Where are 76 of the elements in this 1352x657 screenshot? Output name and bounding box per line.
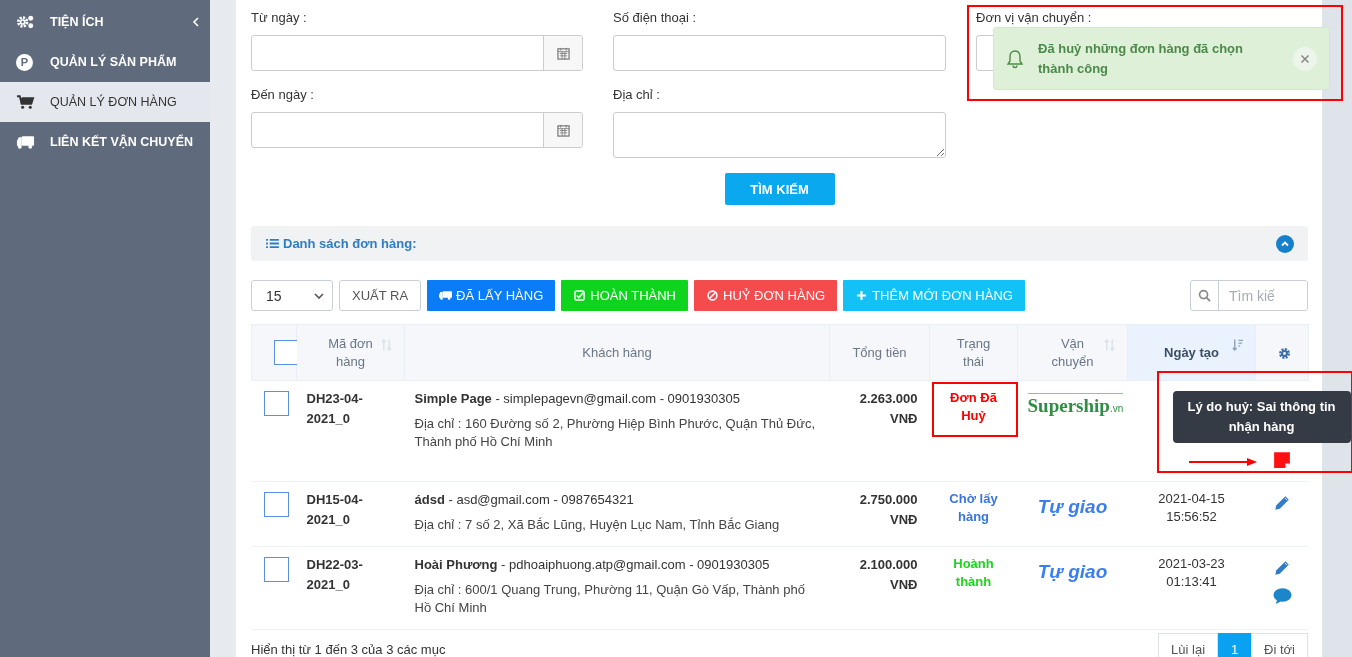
caret-icon bbox=[314, 292, 324, 299]
phone-input[interactable] bbox=[613, 35, 946, 71]
checkbox-tick-icon bbox=[573, 290, 587, 301]
calendar-icon bbox=[556, 46, 570, 60]
plus-icon bbox=[855, 290, 869, 301]
close-icon bbox=[1300, 53, 1310, 64]
search-field[interactable]: Tìm kiế bbox=[1190, 280, 1308, 311]
select-all-checkbox[interactable] bbox=[274, 340, 299, 365]
product-icon: P bbox=[16, 53, 33, 71]
order-date: 2021-03-23 01:13:41 bbox=[1158, 556, 1225, 589]
gears-icon bbox=[16, 14, 35, 30]
pagination-summary: Hiển thị từ 1 đến 3 của 3 các mục bbox=[251, 641, 446, 657]
toolbar-button[interactable]: ĐÃ LẤY HÀNG bbox=[427, 280, 556, 311]
search-button[interactable]: TÌM KIẾM bbox=[724, 173, 835, 205]
order-total: 2.263.000 VNĐ bbox=[859, 391, 918, 426]
pagination-button[interactable]: Đi tới bbox=[1251, 633, 1308, 657]
order-code: DH23-04-2021_0 bbox=[296, 380, 405, 482]
pagination-button[interactable]: 1 bbox=[1218, 633, 1252, 657]
sort-descending-icon[interactable] bbox=[1232, 338, 1243, 352]
order-date: 2021-04-15 15:56:52 bbox=[1158, 491, 1225, 524]
customer-contact: Hoài Phương - pdhoaiphuong.atp@gmail.com - 0901930305 bbox=[414, 556, 771, 574]
sidebar-item[interactable]: QUẢN LÝ ĐƠN HÀNG bbox=[0, 82, 210, 122]
bell-icon bbox=[1006, 48, 1024, 69]
row-checkbox[interactable] bbox=[263, 391, 289, 416]
order-code: DH22-03-2021_0 bbox=[296, 546, 405, 630]
tooltip: Lý do huỷ: Sai thông tin nhận hàng bbox=[1172, 391, 1351, 443]
order-total: 2.750.000 VNĐ bbox=[859, 492, 918, 527]
toast-message: Đã huỷ những đơn hàng đã chọn thành công bbox=[1038, 39, 1244, 78]
chevron-icon bbox=[192, 17, 200, 27]
carrier-name: Tự giao bbox=[1037, 496, 1108, 518]
annotation-arrow bbox=[1188, 457, 1259, 467]
calendar-icon bbox=[556, 123, 570, 137]
sidebar-item[interactable]: P QUẢN LÝ SẢN PHẨM bbox=[0, 42, 210, 82]
customer-address: Địa chỉ : 600/1 Quang Trung, Phường 11, Quận Gò Vấp, Thành phố Hồ Chí Minh bbox=[414, 581, 806, 617]
carrier-logo: Supership.vn bbox=[1027, 393, 1124, 417]
order-status: Chờ lấy hàng bbox=[948, 490, 999, 526]
list-icon bbox=[266, 238, 279, 249]
edit-icon[interactable] bbox=[1273, 494, 1291, 512]
order-status: Đơn Đã Huỷ bbox=[949, 389, 998, 425]
toolbar-button[interactable]: XUẤT RA bbox=[339, 280, 422, 311]
row-checkbox[interactable] bbox=[263, 492, 289, 517]
column-header[interactable]: Tổng tiền bbox=[852, 343, 907, 362]
order-code: DH15-04-2021_0 bbox=[296, 481, 405, 547]
field-label: Số điện thoại : bbox=[613, 10, 698, 26]
section-title: Danh sách đơn hàng: bbox=[266, 236, 417, 251]
truck-icon bbox=[439, 290, 453, 301]
ban-icon bbox=[706, 290, 719, 301]
edit-icon[interactable] bbox=[1273, 559, 1291, 577]
search-icon bbox=[1198, 289, 1211, 302]
date-field[interactable] bbox=[251, 112, 583, 148]
truck-icon bbox=[16, 134, 35, 150]
customer-contact: ádsd - asd@gmail.com - 0987654321 bbox=[414, 491, 635, 509]
date-field[interactable] bbox=[251, 35, 583, 71]
field-label: Đơn vị vận chuyển : bbox=[976, 10, 1093, 26]
pagination-button[interactable]: Lùi lại bbox=[1158, 633, 1219, 657]
order-total: 2.100.000 VNĐ bbox=[859, 557, 918, 592]
customer-address: Địa chỉ : 160 Đường số 2, Phường Hiệp Bình Phước, Quận Thủ Đức, Thành phố Hồ Chí Minh bbox=[414, 415, 816, 451]
collapse-button[interactable] bbox=[1276, 234, 1294, 253]
page-size-select[interactable]: 15 bbox=[251, 280, 333, 311]
cart-icon bbox=[16, 94, 35, 110]
order-status: Hoành thành bbox=[952, 555, 995, 591]
sidebar-item[interactable]: TIỆN ÍCH bbox=[0, 2, 210, 42]
toolbar-button[interactable]: HUỶ ĐƠN HÀNG bbox=[694, 280, 838, 311]
close-button[interactable] bbox=[1293, 46, 1317, 71]
customer-address: Địa chỉ : 7 số 2, Xã Bắc Lũng, Huyện Lục Nam, Tỉnh Bắc Giang bbox=[414, 516, 781, 534]
field-label: Đến ngày : bbox=[251, 87, 315, 103]
sidebar-item[interactable]: LIÊN KẾT VẬN CHUYỂN bbox=[0, 122, 210, 162]
customer-contact: Simple Page - simplepagevn@gmail.com - 0901930305 bbox=[414, 390, 741, 408]
field-label: Địa chỉ : bbox=[613, 87, 661, 103]
carrier-name: Tự giao bbox=[1037, 561, 1108, 583]
row-checkbox[interactable] bbox=[263, 557, 289, 582]
address-input[interactable] bbox=[613, 112, 946, 158]
note-icon[interactable] bbox=[1273, 451, 1291, 469]
settings-icon[interactable] bbox=[1278, 347, 1291, 361]
comment-icon[interactable] bbox=[1271, 587, 1293, 605]
field-label: Từ ngày : bbox=[251, 10, 308, 26]
